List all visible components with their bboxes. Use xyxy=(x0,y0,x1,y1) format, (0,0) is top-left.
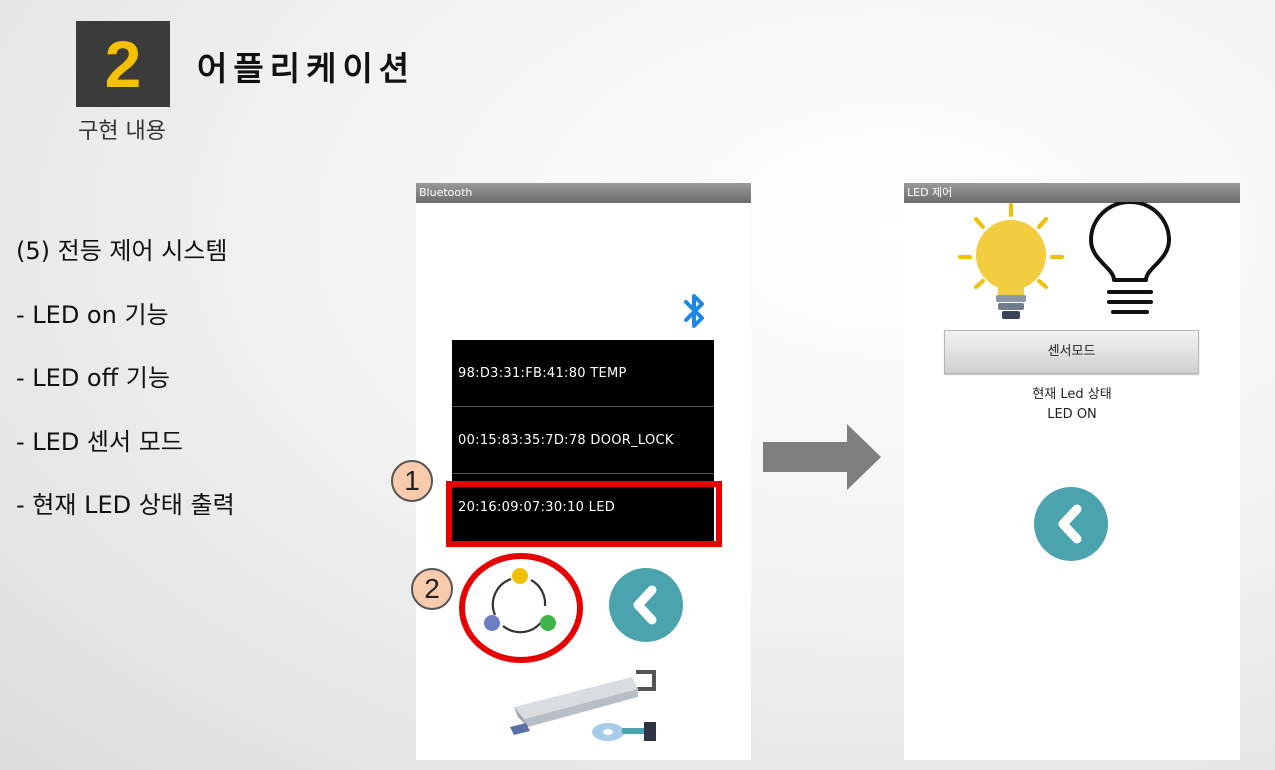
list-item: - 현재 LED 상태 출력 xyxy=(16,491,235,519)
sensor-mode-button[interactable]: 센서모드 xyxy=(944,330,1199,374)
led-status-label: 현재 Led 상태 xyxy=(1032,387,1112,402)
led-control-screen: LED 제어 센서모드 현재 Led 상태 LED ON xyxy=(904,183,1240,760)
list-item: - LED on 기능 xyxy=(16,300,169,329)
step-marker-2: 2 xyxy=(411,568,453,610)
bluetooth-icon[interactable] xyxy=(682,291,708,331)
arrow-right-icon xyxy=(763,424,881,490)
feature-list: (5) 전등 제어 시스템 - LED on 기능 - LED off 기능 -… xyxy=(16,236,235,554)
chevron-left-icon xyxy=(633,585,657,625)
bulb-off-icon[interactable] xyxy=(1087,202,1173,320)
back-button[interactable] xyxy=(609,568,683,642)
led-status-value: LED ON xyxy=(1047,407,1097,422)
bulb-on-icon[interactable] xyxy=(956,203,1068,323)
section-number-badge: 2 xyxy=(76,21,170,107)
step-marker-1: 1 xyxy=(391,460,433,502)
cctv-camera-icon xyxy=(510,670,656,741)
app-titlebar: LED 제어 xyxy=(904,183,1240,203)
section-title: 어플리케이션 xyxy=(197,49,416,88)
list-item: - LED off 기능 xyxy=(16,364,170,392)
section-subtitle: 구현 내용 xyxy=(78,119,166,144)
selection-highlight-box xyxy=(446,481,722,547)
list-item: (5) 전등 제어 시스템 xyxy=(16,237,228,265)
app-titlebar: Bluetooth xyxy=(416,183,751,203)
chevron-left-icon xyxy=(1058,504,1082,544)
device-item-door-lock[interactable]: 00:15:83:35:7D:78 DOOR_LOCK xyxy=(452,407,714,474)
bluetooth-screen: Bluetooth 98:D3:31:FB:41:80 TEMP 00:15:8… xyxy=(416,183,751,760)
list-item: - LED 센서 모드 xyxy=(16,427,183,456)
selection-highlight-circle xyxy=(459,553,583,663)
device-item-temp[interactable]: 98:D3:31:FB:41:80 TEMP xyxy=(452,340,714,407)
back-button[interactable] xyxy=(1034,487,1108,561)
